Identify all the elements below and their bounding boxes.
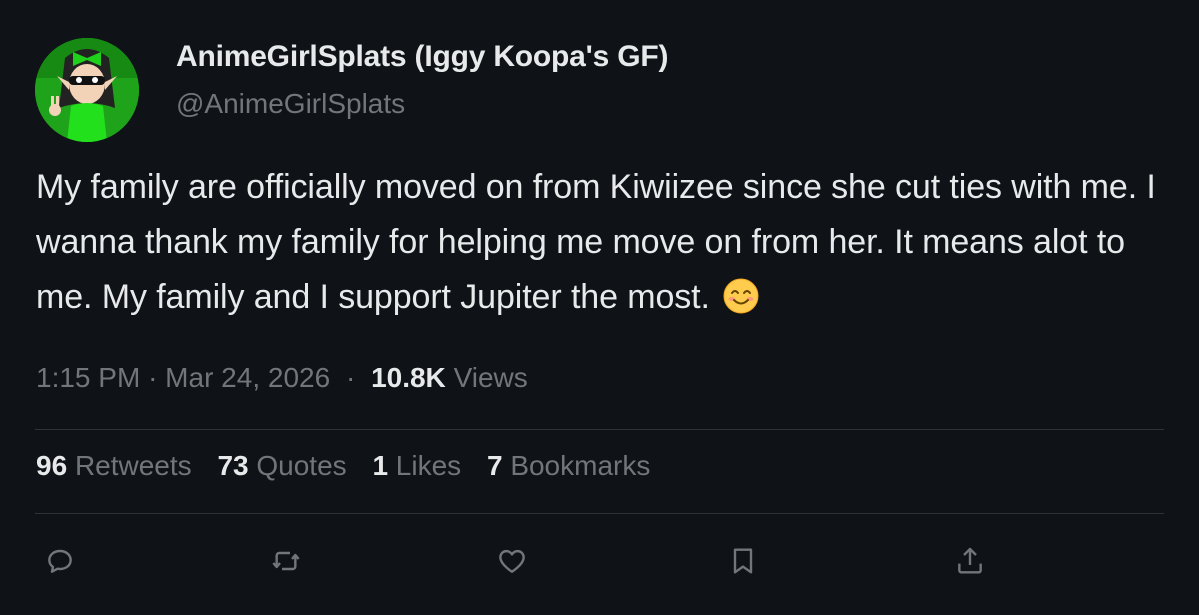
views-count: 10.8K (371, 362, 446, 393)
like-button[interactable] (494, 543, 530, 579)
avatar-image (35, 38, 139, 142)
share-button[interactable] (952, 543, 988, 579)
retweets-label: Retweets (74, 450, 192, 481)
bookmark-icon (733, 548, 753, 574)
reply-icon (48, 549, 72, 573)
divider-top (35, 429, 1164, 430)
tweet-text: My family are officially moved on from K… (36, 160, 1166, 325)
share-icon (958, 547, 982, 574)
meta-separator: · (148, 362, 166, 393)
smiling-face-emoji (723, 278, 759, 314)
retweet-button[interactable] (268, 543, 304, 579)
bookmarks-label: Bookmarks (510, 450, 651, 481)
likes-label: Likes (395, 450, 462, 481)
views-label: Views (453, 362, 528, 393)
engagement-stats: 96 Retweets 73 Quotes 1 Likes 7 Bookmark… (36, 450, 668, 482)
tweet-date[interactable]: Mar 24, 2026 (165, 362, 330, 393)
author-display-name[interactable]: AnimeGirlSplats (Iggy Koopa's GF) (176, 40, 668, 74)
like-icon (499, 549, 525, 573)
meta-separator-dot: · (345, 362, 356, 393)
retweet-icon (272, 551, 300, 571)
divider-bottom (35, 513, 1164, 514)
author-handle[interactable]: @AnimeGirlSplats (176, 88, 405, 120)
quotes-stat[interactable]: 73 Quotes (217, 450, 346, 481)
quotes-label: Quotes (256, 450, 347, 481)
retweets-stat[interactable]: 96 Retweets (36, 450, 192, 481)
bookmark-button[interactable] (725, 543, 761, 579)
tweet-meta: 1:15 PM · Mar 24, 2026 · 10.8K Views (36, 362, 528, 394)
tweet-card: AnimeGirlSplats (Iggy Koopa's GF) @Anime… (0, 0, 1199, 615)
quotes-count: 73 (217, 450, 249, 481)
author-avatar[interactable] (35, 38, 139, 142)
likes-stat[interactable]: 1 Likes (372, 450, 461, 481)
likes-count: 1 (372, 450, 389, 481)
tweet-time[interactable]: 1:15 PM (36, 362, 140, 393)
retweets-count: 96 (36, 450, 68, 481)
reply-button[interactable] (42, 543, 78, 579)
tweet-text-content: My family are officially moved on from K… (36, 168, 1156, 316)
bookmarks-count: 7 (486, 450, 503, 481)
bookmarks-stat[interactable]: 7 Bookmarks (487, 450, 650, 481)
